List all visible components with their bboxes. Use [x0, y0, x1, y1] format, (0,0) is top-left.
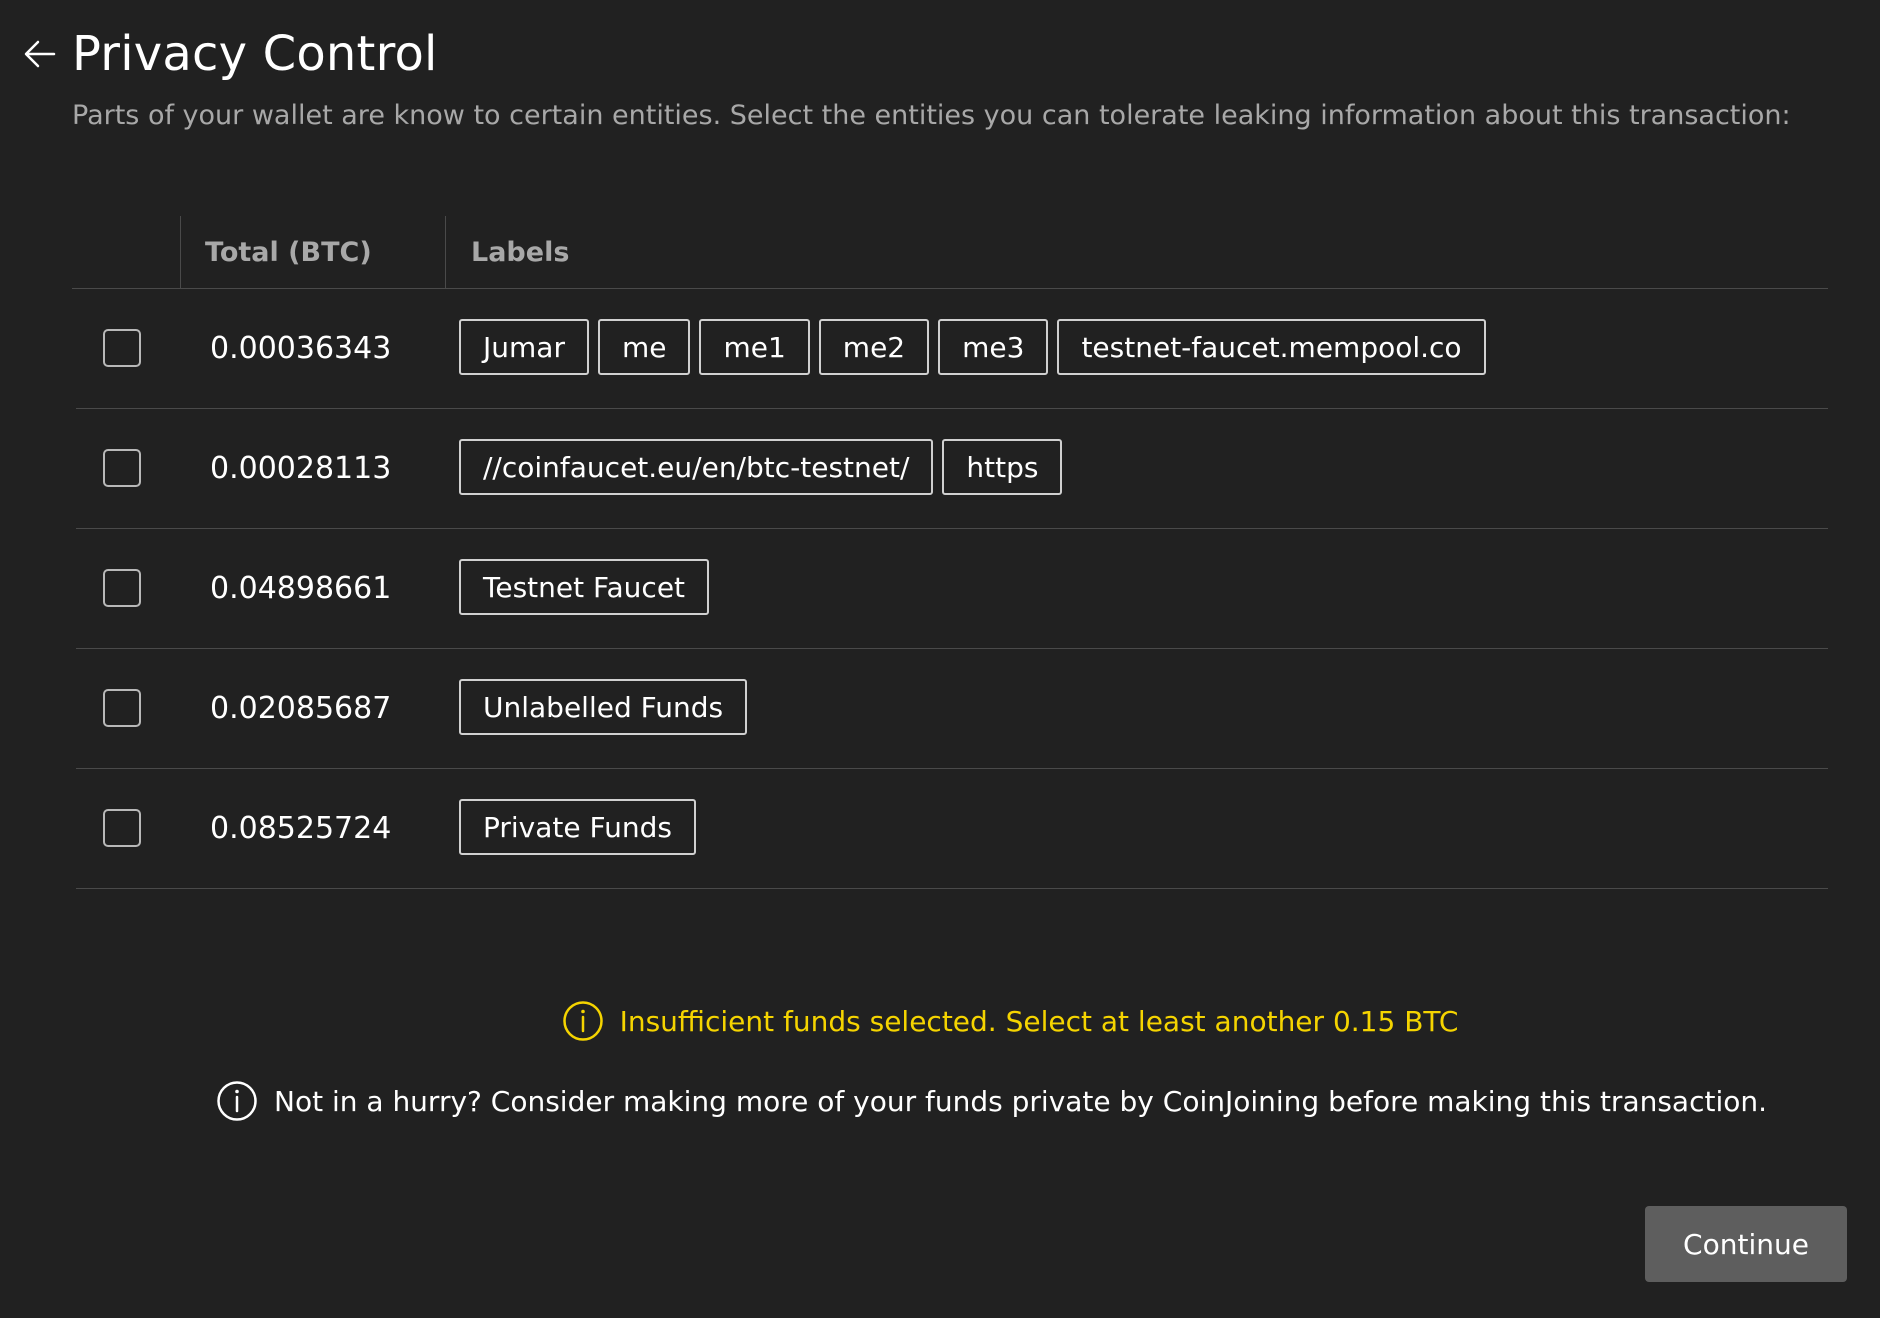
insufficient-funds-warning: Insufficient funds selected. Select at l… — [0, 1000, 1880, 1042]
table-row[interactable]: 0.02085687 Unlabelled Funds — [76, 649, 1828, 769]
row-total: 0.02085687 — [210, 691, 392, 726]
row-total: 0.00036343 — [210, 331, 392, 366]
arrow-left-icon — [24, 40, 56, 68]
hint-text: Not in a hurry? Consider making more of … — [274, 1084, 1768, 1118]
page-title: Privacy Control — [72, 26, 438, 82]
label-tag: me3 — [938, 319, 1049, 375]
column-header-select — [72, 216, 181, 288]
table-header: Total (BTC) Labels — [72, 216, 1828, 289]
row-select-checkbox[interactable] — [103, 449, 141, 487]
back-button[interactable] — [20, 34, 60, 74]
table-row[interactable]: 0.04898661 Testnet Faucet — [76, 529, 1828, 649]
row-select-checkbox[interactable] — [103, 689, 141, 727]
label-tag: Unlabelled Funds — [459, 679, 748, 735]
label-tag: Private Funds — [459, 799, 696, 855]
row-labels: Unlabelled Funds — [459, 679, 748, 735]
privacy-control-page: Privacy Control Parts of your wallet are… — [0, 0, 1880, 1318]
page-subtitle: Parts of your wallet are know to certain… — [72, 100, 1791, 131]
row-select-checkbox[interactable] — [103, 329, 141, 367]
label-tag: me — [597, 319, 691, 375]
funds-table: Total (BTC) Labels 0.00036343 Jumar me me1 m… — [72, 216, 1828, 889]
label-tag: Testnet Faucet — [459, 559, 710, 615]
table-row[interactable]: 0.00036343 Jumar me me1 me2 me3 testnet-faucet… — [76, 289, 1828, 409]
column-header-labels[interactable]: Labels — [447, 216, 569, 288]
warning-text: Insufficient funds selected. Select at l… — [619, 1004, 1459, 1038]
coinjoin-hint: Not in a hurry? Consider making more of … — [216, 1080, 1767, 1122]
page-header: Privacy Control — [20, 24, 438, 84]
label-tag: Jumar — [459, 319, 589, 375]
row-total: 0.00028113 — [210, 451, 392, 486]
label-tag: https — [942, 439, 1063, 495]
label-tag: me1 — [699, 319, 810, 375]
info-circle-icon — [216, 1080, 258, 1122]
row-labels: Private Funds — [459, 799, 696, 855]
table-body: 0.00036343 Jumar me me1 me2 me3 testnet-faucet… — [72, 289, 1828, 889]
row-labels: //coinfaucet.eu/en/btc-testnet/https — [459, 439, 1063, 495]
continue-button[interactable]: Continue — [1645, 1206, 1847, 1282]
table-row[interactable]: 0.00028113 //coinfaucet.eu/en/btc-testnet… — [76, 409, 1828, 529]
row-total: 0.08525724 — [210, 811, 392, 846]
row-select-checkbox[interactable] — [103, 809, 141, 847]
label-tag: //coinfaucet.eu/en/btc-testnet/ — [459, 439, 934, 495]
info-circle-icon — [562, 1000, 604, 1042]
label-tag: testnet-faucet.mempool.co — [1057, 319, 1486, 375]
column-header-total[interactable]: Total (BTC) — [181, 216, 446, 288]
table-row[interactable]: 0.08525724 Private Funds — [76, 769, 1828, 889]
row-labels: Testnet Faucet — [459, 559, 710, 615]
row-labels: Jumar me me1 me2 me3 testnet-faucet.mempool.c… — [459, 319, 1486, 375]
row-select-checkbox[interactable] — [103, 569, 141, 607]
label-tag: me2 — [818, 319, 930, 375]
row-total: 0.04898661 — [210, 571, 392, 606]
